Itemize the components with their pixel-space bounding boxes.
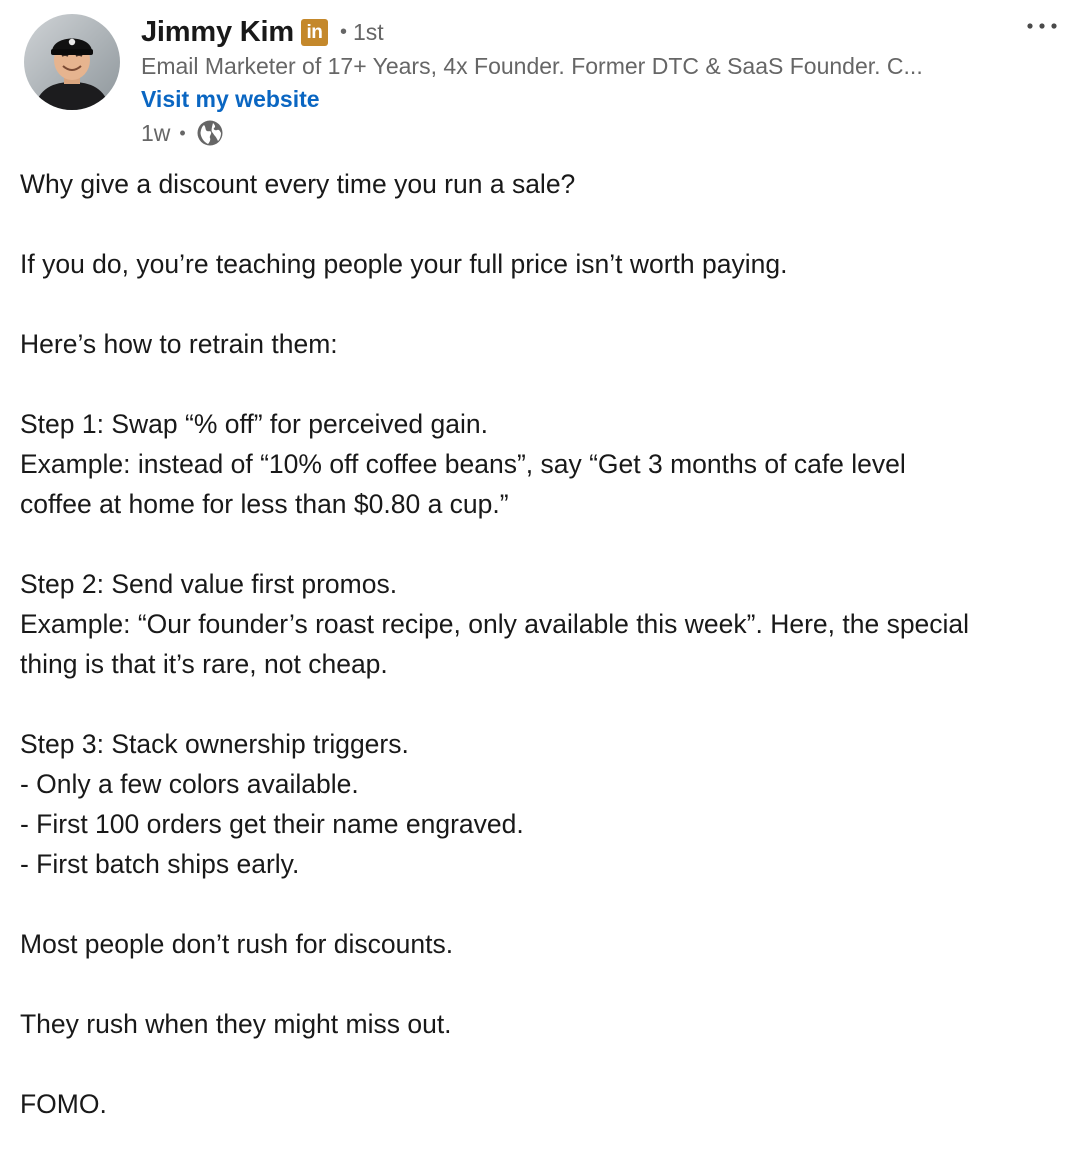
- author-name[interactable]: Jimmy Kim: [141, 16, 294, 49]
- post-text-line: Step 2: Send value first promos.: [20, 569, 398, 599]
- visit-website-link[interactable]: Visit my website: [141, 84, 320, 114]
- post-paragraph: If you do, you’re teaching people your f…: [20, 244, 1082, 284]
- post-paragraph: They rush when they might miss out.: [20, 1004, 1082, 1044]
- post-meta: 1w •: [141, 118, 225, 148]
- avatar[interactable]: [24, 14, 120, 110]
- post-text-line: - Only a few colors available.: [20, 769, 359, 799]
- post-timestamp[interactable]: 1w: [141, 120, 170, 147]
- post-text-line: Example: “Our founder’s roast recipe, on…: [20, 609, 970, 639]
- post-text-line: FOMO.: [20, 1089, 107, 1119]
- more-options-button[interactable]: [1018, 10, 1066, 42]
- post-paragraph: Most people don’t rush for discounts.: [20, 924, 1082, 964]
- post-text-line: coffee at home for less than $0.80 a cup…: [20, 489, 509, 519]
- post-paragraph: Step 1: Swap “% off” for perceived gain.…: [20, 404, 1082, 524]
- post-paragraph: Step 2: Send value first promos. Example:…: [20, 564, 1082, 684]
- separator-dot: •: [179, 122, 186, 143]
- separator-dot: •: [339, 20, 347, 43]
- globe-icon: [195, 118, 225, 148]
- author-headline[interactable]: Email Marketer of 17+ Years, 4x Founder.…: [141, 52, 991, 80]
- linkedin-premium-icon: in: [300, 18, 328, 46]
- post-text-line: Here’s how to retrain them:: [20, 329, 338, 359]
- post-text-line: - First batch ships early.: [20, 849, 300, 879]
- post-text-line: thing is that it’s rare, not cheap.: [20, 649, 388, 679]
- post-text-line: Most people don’t rush for discounts.: [20, 929, 454, 959]
- avatar-photo: [24, 14, 120, 110]
- post-text-line: - First 100 orders get their name engrav…: [20, 809, 524, 839]
- connection-degree: 1st: [352, 18, 384, 45]
- more-options-icon: [1027, 23, 1057, 29]
- post-text-line: Step 1: Swap “% off” for perceived gain.: [20, 409, 488, 439]
- post-body: Why give a discount every time you run a…: [20, 164, 1082, 1164]
- post-paragraph: Why give a discount every time you run a…: [20, 164, 1082, 204]
- post-text-line: Step 3: Stack ownership triggers.: [20, 729, 409, 759]
- post-text-line: They rush when they might miss out.: [20, 1009, 452, 1039]
- post-paragraph: Step 3: Stack ownership triggers. - Only …: [20, 724, 1082, 884]
- post-text-line: Why give a discount every time you run a…: [20, 169, 576, 199]
- post-paragraph: FOMO.: [20, 1084, 1082, 1124]
- post-text-line: Example: instead of “10% off coffee bean…: [20, 449, 906, 479]
- author-line: Jimmy Kim in • 1st: [141, 12, 384, 52]
- post-text-line: If you do, you’re teaching people your f…: [20, 249, 788, 279]
- post-paragraph: Here’s how to retrain them:: [20, 324, 1082, 364]
- linkedin-post: Jimmy Kim in • 1st Email Marketer of 17+…: [0, 0, 1092, 1132]
